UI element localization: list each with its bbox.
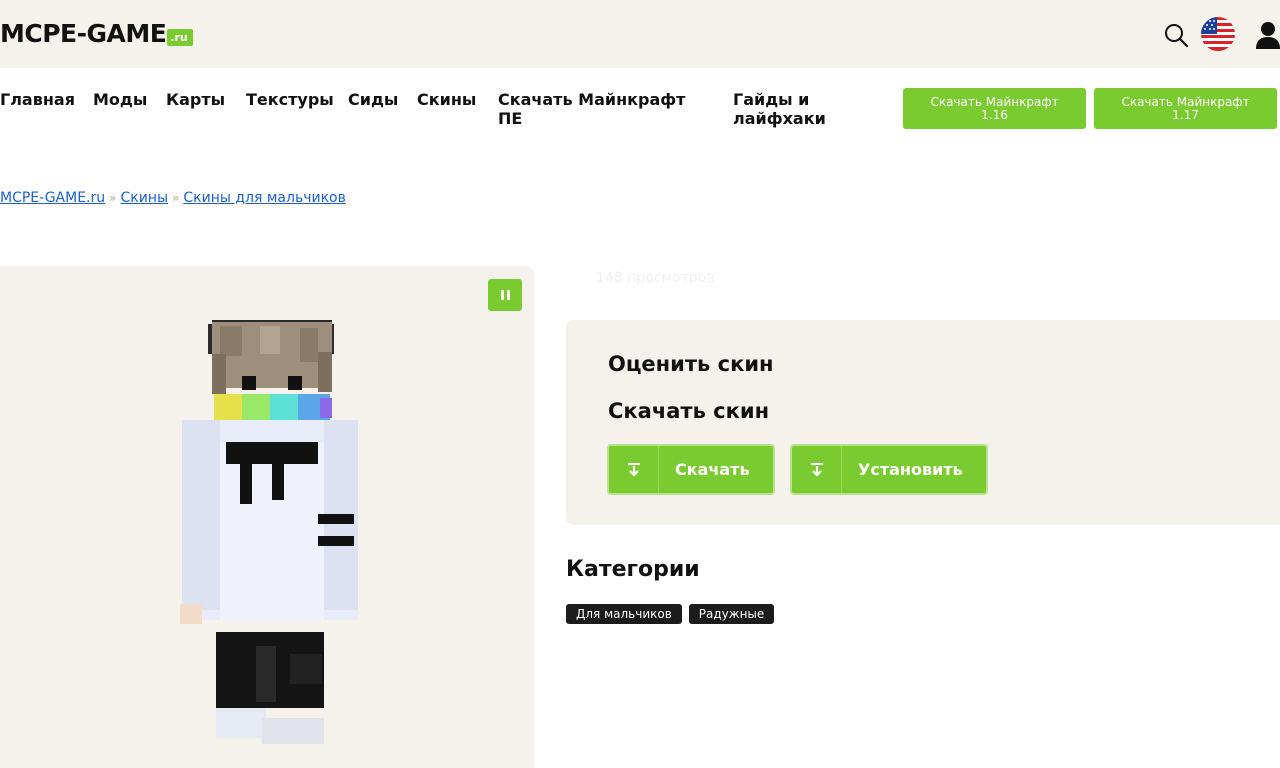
nav-item-textures[interactable]: Текстуры xyxy=(246,90,334,109)
download-1-16-line2: 1.16 xyxy=(981,107,1008,122)
skin-model-image xyxy=(180,320,358,744)
logo-badge: .ru xyxy=(167,29,193,46)
install-arrow-icon xyxy=(792,446,842,493)
pause-button[interactable] xyxy=(488,279,522,311)
skin-actions-panel: Оценить скин Скачать скин Скачать Устано… xyxy=(566,320,1280,525)
download-skin-label: Скачать xyxy=(675,460,750,479)
nav-item-home[interactable]: Главная xyxy=(0,90,75,109)
install-skin-button[interactable]: Установить xyxy=(790,444,988,495)
pause-icon xyxy=(500,290,504,300)
nav-item-mods[interactable]: Моды xyxy=(93,90,147,109)
skin-preview[interactable] xyxy=(0,266,534,768)
download-1-16-button[interactable]: Скачать Майнкрафт 1.16 xyxy=(903,88,1086,129)
logo-text: MCPE-GAME xyxy=(0,19,167,48)
rate-skin-title: Оценить скин xyxy=(608,352,774,376)
category-tags: Для мальчиков Радужные xyxy=(566,604,775,624)
tag-rainbow[interactable]: Радужные xyxy=(688,604,775,624)
categories-title: Категории xyxy=(566,557,700,582)
breadcrumb-boys-skins[interactable]: Скины для мальчиков xyxy=(183,190,345,206)
download-1-17-line2: 1.17 xyxy=(1172,107,1199,122)
nav-item-skins[interactable]: Скины xyxy=(417,90,476,109)
breadcrumb-home[interactable]: MCPE-GAME.ru xyxy=(0,190,105,206)
breadcrumb-separator: » xyxy=(109,191,117,205)
download-arrow-icon xyxy=(609,446,659,493)
install-skin-label: Установить xyxy=(858,460,963,479)
us-flag-icon[interactable] xyxy=(1201,17,1235,51)
nav-item-download-mcpe[interactable]: Скачать Майнкрафт ПЕ xyxy=(498,90,698,128)
download-1-16-line1: Скачать Майнкрафт xyxy=(930,94,1059,109)
tag-boys[interactable]: Для мальчиков xyxy=(566,604,682,624)
download-skin-title: Скачать скин xyxy=(608,399,770,423)
breadcrumb-separator: » xyxy=(172,191,180,205)
views-count: 148 просмотров xyxy=(596,270,715,286)
download-skin-button[interactable]: Скачать xyxy=(607,444,775,495)
site-header: MCPE-GAME .ru xyxy=(0,0,1280,68)
nav-item-seeds[interactable]: Сиды xyxy=(348,90,398,109)
nav-item-guides[interactable]: Гайды и лайфхаки xyxy=(733,90,843,128)
main-nav: Главная Моды Карты Текстуры Сиды Скины С… xyxy=(0,68,1280,140)
download-1-17-button[interactable]: Скачать Майнкрафт 1.17 xyxy=(1094,88,1277,129)
breadcrumb-skins[interactable]: Скины xyxy=(120,190,168,206)
download-1-17-line1: Скачать Майнкрафт xyxy=(1121,94,1250,109)
site-logo[interactable]: MCPE-GAME .ru xyxy=(0,19,193,49)
nav-item-maps[interactable]: Карты xyxy=(166,90,225,109)
search-icon[interactable] xyxy=(1163,22,1189,48)
user-icon[interactable] xyxy=(1256,21,1280,49)
breadcrumb: MCPE-GAME.ru» Скины» Скины для мальчиков xyxy=(0,190,346,206)
